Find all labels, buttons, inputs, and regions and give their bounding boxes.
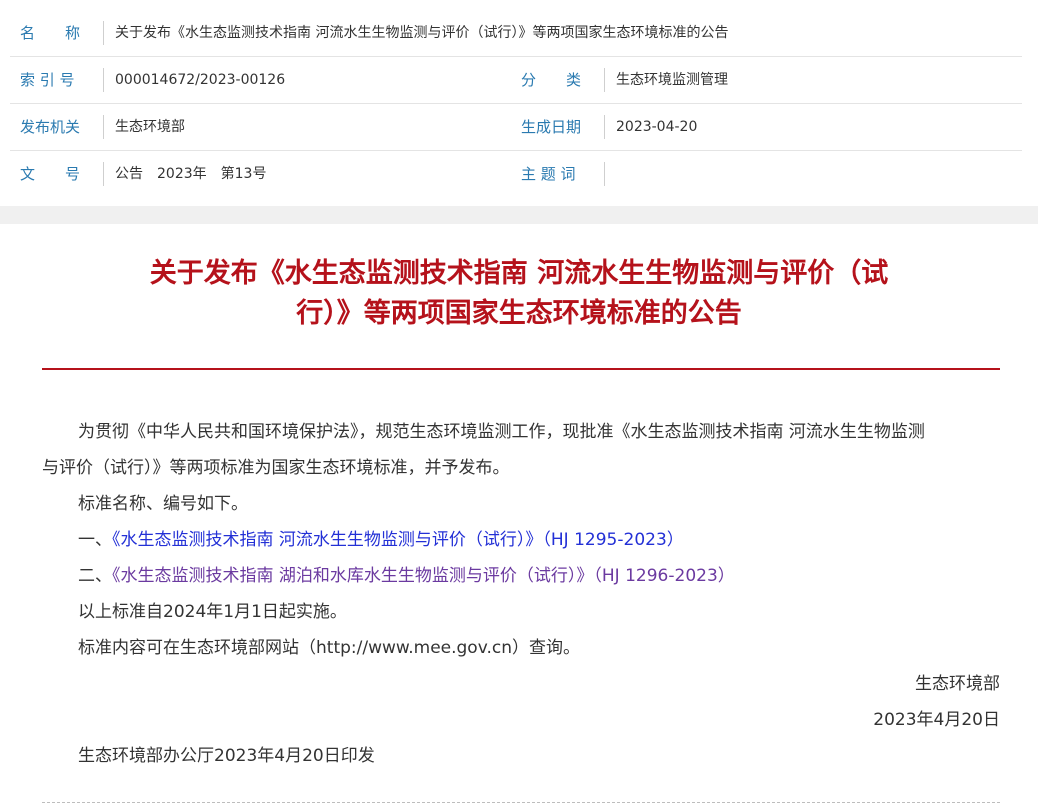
- issuing-note: 生态环境部办公厅2023年4月20日印发: [78, 746, 375, 766]
- meta-value-category: 生态环境监测管理: [616, 72, 728, 88]
- standard-item-1-prefix: 一、: [78, 530, 112, 550]
- paragraph-1-line-1: 为贯彻《中华人民共和国环境保护法》，规范生态环境监测工作，现批准《水生态监测技术…: [78, 422, 925, 442]
- meta-row-index: 索 引 号 000014672/2023-00126 分 类 生态环境监测管理: [10, 57, 1022, 104]
- meta-row-issuer: 发布机关 生态环境部 生成日期 2023-04-20: [10, 104, 1022, 151]
- paragraph-4: 标准内容可在生态环境部网站（http://www.mee.gov.cn）查询。: [78, 638, 580, 658]
- meta-separator: [604, 68, 605, 92]
- document-metadata-panel: 名 称 关于发布《水生态监测技术指南 河流水生生物监测与评价（试行）》等两项国家…: [0, 0, 1038, 206]
- article-title-line-2: 行）》等两项国家生态环境标准的公告: [296, 298, 742, 329]
- standard-link-hj1295[interactable]: 《水生态监测技术指南 河流水生生物监测与评价（试行）》（HJ 1295-2023…: [112, 530, 684, 550]
- standard-item-1: 一、《水生态监测技术指南 河流水生生物监测与评价（试行）》（HJ 1295-20…: [42, 522, 1000, 558]
- meta-cell-issuer: 发布机关 生态环境部: [10, 104, 510, 150]
- footer-divider: [42, 802, 1000, 803]
- meta-separator: [103, 68, 104, 92]
- paragraph-3: 以上标准自2024年1月1日起实施。: [78, 602, 347, 622]
- paragraph-2: 标准名称、编号如下。: [78, 494, 248, 514]
- meta-cell-date: 生成日期 2023-04-20: [511, 104, 1022, 150]
- meta-label-subject: 主 题 词: [521, 165, 576, 183]
- article-title: 关于发布《水生态监测技术指南 河流水生生物监测与评价（试 行）》等两项国家生态环…: [100, 254, 938, 334]
- signature: 生态环境部: [915, 674, 1000, 694]
- meta-label-index: 索 引 号: [20, 71, 75, 89]
- meta-label-date: 生成日期: [521, 118, 582, 136]
- meta-value-date: 2023-04-20: [616, 119, 698, 135]
- meta-label-name: 名 称: [20, 24, 81, 42]
- meta-separator: [604, 162, 605, 186]
- title-divider: [42, 368, 1000, 370]
- meta-label-category: 分 类: [521, 71, 582, 89]
- meta-cell-index: 索 引 号 000014672/2023-00126: [10, 57, 510, 103]
- meta-value-issuer: 生态环境部: [115, 119, 185, 135]
- meta-cell-category: 分 类 生态环境监测管理: [511, 57, 1022, 103]
- meta-row-docno: 文 号 公告 2023年 第13号 主 题 词: [10, 151, 1022, 197]
- meta-separator: [103, 115, 104, 139]
- meta-separator: [604, 115, 605, 139]
- standard-item-2: 二、《水生态监测技术指南 湖泊和水库水生生物监测与评价（试行）》（HJ 1296…: [42, 558, 1000, 594]
- standard-link-hj1296[interactable]: 《水生态监测技术指南 湖泊和水库水生生物监测与评价（试行）》（HJ 1296-2…: [112, 566, 735, 586]
- meta-value-name: 关于发布《水生态监测技术指南 河流水生生物监测与评价（试行）》等两项国家生态环境…: [115, 25, 729, 41]
- meta-value-index: 000014672/2023-00126: [115, 72, 286, 88]
- meta-label-docno: 文 号: [20, 165, 81, 183]
- article-body: 关于发布《水生态监测技术指南 河流水生生物监测与评价（试 行）》等两项国家生态环…: [0, 224, 1038, 804]
- standard-item-2-prefix: 二、: [78, 566, 112, 586]
- meta-label-issuer: 发布机关: [20, 118, 81, 136]
- paragraph-1-line-2: 与评价（试行）》等两项标准为国家生态环境标准，并予发布。: [42, 458, 510, 478]
- article-title-line-1: 关于发布《水生态监测技术指南 河流水生生物监测与评价（试: [149, 258, 889, 289]
- meta-cell-subject: 主 题 词: [511, 151, 1022, 197]
- meta-row-name: 名 称 关于发布《水生态监测技术指南 河流水生生物监测与评价（试行）》等两项国家…: [10, 10, 1022, 57]
- meta-separator: [103, 21, 104, 45]
- signature-date: 2023年4月20日: [873, 710, 1000, 730]
- meta-cell-name: 名 称 关于发布《水生态监测技术指南 河流水生生物监测与评价（试行）》等两项国家…: [10, 10, 1022, 56]
- meta-separator: [103, 162, 104, 186]
- meta-cell-docno: 文 号 公告 2023年 第13号: [10, 151, 510, 197]
- meta-value-docno: 公告 2023年 第13号: [115, 166, 267, 182]
